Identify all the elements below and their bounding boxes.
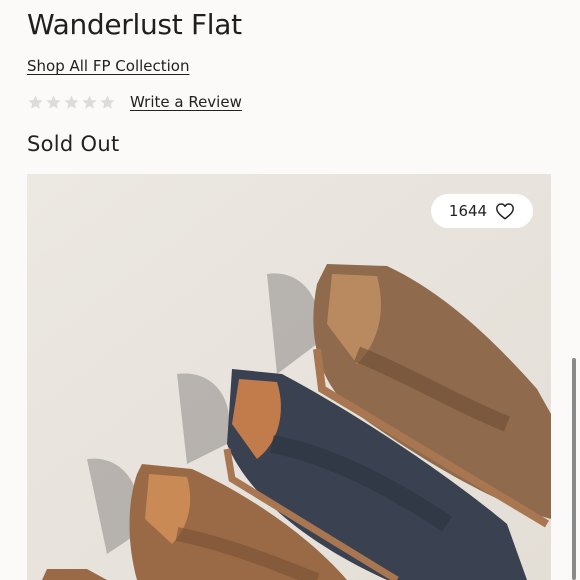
rating-row: Write a Review [27, 91, 242, 113]
rating-stars[interactable] [27, 94, 116, 111]
star-icon [100, 94, 115, 109]
star-icon [28, 94, 43, 109]
stock-status: Sold Out [27, 132, 120, 156]
star-icon [82, 94, 97, 109]
heart-icon [496, 203, 515, 220]
product-title: Wanderlust Flat [27, 8, 242, 41]
like-button[interactable]: 1644 [431, 194, 533, 228]
star-icon [64, 94, 79, 109]
shop-collection-link[interactable]: Shop All FP Collection [27, 57, 190, 75]
like-count: 1644 [448, 202, 488, 220]
scrollbar[interactable] [572, 358, 576, 580]
write-review-link[interactable]: Write a Review [130, 93, 242, 111]
star-icon [46, 94, 61, 109]
product-photo [27, 174, 551, 580]
product-image[interactable]: 1644 [27, 174, 551, 580]
